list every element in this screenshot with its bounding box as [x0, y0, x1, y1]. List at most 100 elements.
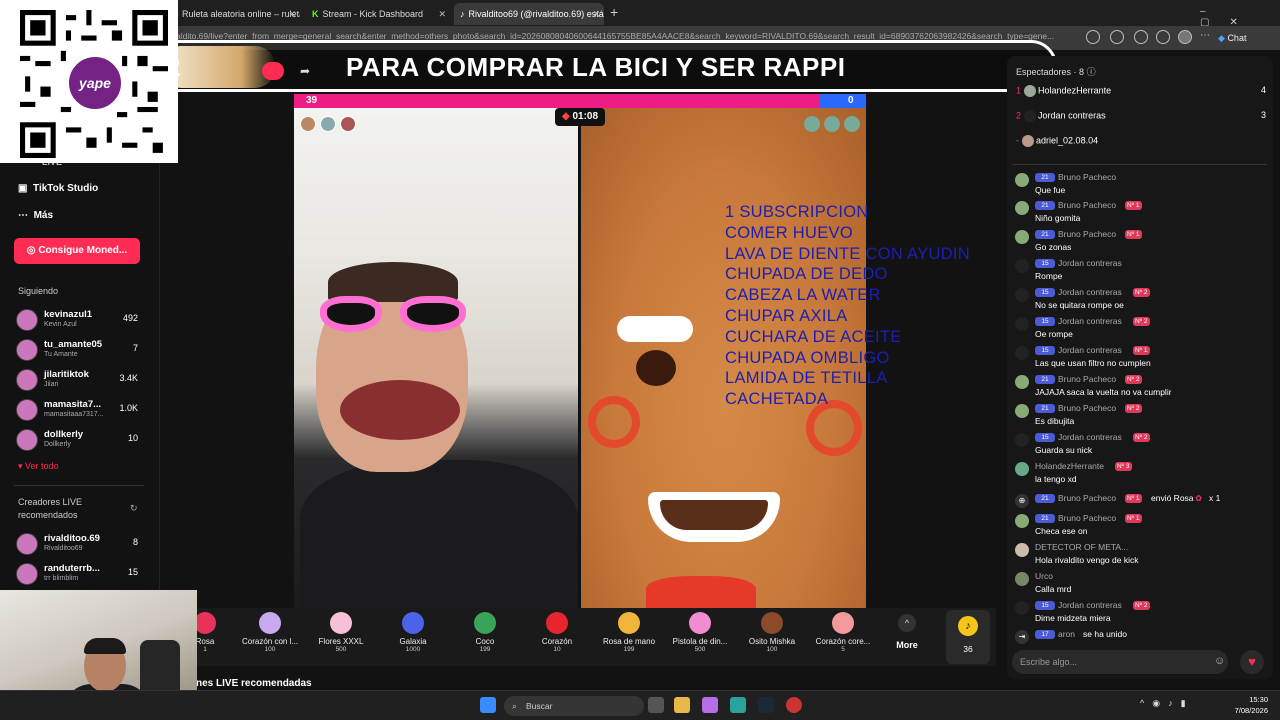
info-icon[interactable]: ⓘ	[1087, 67, 1096, 77]
bookmark-star-icon[interactable]	[1086, 30, 1100, 44]
supporter-avatar-empty[interactable]	[824, 116, 840, 132]
copilot-app-icon[interactable]	[702, 697, 718, 713]
gift-item[interactable]: Coco 199	[450, 612, 520, 653]
challenge-item: 1 SUBSCRIPCION	[725, 203, 869, 221]
following-item[interactable]: dollkerly Dollkerly 10	[16, 427, 156, 455]
edge-browser-icon[interactable]	[730, 697, 746, 713]
avatar	[16, 399, 38, 421]
chat-input[interactable]: Escribe algo...	[1012, 650, 1228, 674]
supporter-avatar[interactable]	[340, 116, 356, 132]
nav-more[interactable]: ⋯ Más	[18, 210, 53, 221]
menu-dots-icon[interactable]: ⋯	[1200, 30, 1214, 44]
supporter-avatar-empty[interactable]	[844, 116, 860, 132]
challenge-item: LAVA DE DIENTE CON AYUDIN	[725, 244, 970, 263]
tiktok-icon: ♪	[460, 9, 465, 19]
right-score: 0	[848, 95, 854, 106]
get-coins-button[interactable]: ◎ Consigue Moned...	[14, 238, 140, 264]
more-gifts-button[interactable]: ^ More	[892, 614, 922, 660]
gingerbread-cheek-left	[588, 396, 640, 448]
globe-icon: ⊕	[1015, 494, 1029, 508]
viewer-row[interactable]: 1 HolandezHerrante 4	[1016, 85, 1266, 101]
battle-icon: ◆	[561, 111, 570, 122]
tab-kick[interactable]: K Stream - Kick Dashboard ✕	[306, 3, 450, 25]
following-item[interactable]: kevinazul1 Kevin Azul 492	[16, 307, 156, 335]
windows-start-icon[interactable]	[480, 697, 496, 713]
supporter-avatar-empty[interactable]	[804, 116, 820, 132]
live-badge	[262, 62, 284, 80]
tab-ruleta[interactable]: Ruleta aleatoria online – ruleta de✕	[172, 3, 300, 25]
gift-item[interactable]: Flores XXXL 500	[306, 612, 376, 653]
chat-button[interactable]: ◆ Chat	[1218, 29, 1268, 47]
system-tray-icons[interactable]: ^◉♪▮	[1140, 698, 1194, 709]
following-item[interactable]: tu_amante05 Tu Amante 7	[16, 337, 156, 365]
file-explorer-icon[interactable]	[674, 697, 690, 713]
following-item[interactable]: mamasita7... mamasitaaa7317... 1.0K	[16, 397, 156, 425]
recommended-item[interactable]: rivalditoo.69 Rivalditoo69 8	[16, 531, 156, 559]
close-tab-icon[interactable]: ✕	[592, 3, 600, 25]
recommended-item[interactable]: randuterrb... trr blimblim 15	[16, 561, 156, 589]
heart-hands-icon	[832, 612, 854, 634]
viewer-row[interactable]: - adriel_02.08.04	[1016, 135, 1266, 151]
taskbar-clock[interactable]: 15:30 7/08/2026	[1224, 694, 1268, 716]
avatar	[1015, 404, 1029, 418]
challenge-item: LAMIDA DE TETILLA	[725, 369, 888, 388]
pink-glasses-right	[400, 296, 466, 332]
money-gun-icon	[689, 612, 711, 634]
avatar	[16, 369, 38, 391]
avatar	[1015, 259, 1029, 273]
favorites-icon[interactable]	[1156, 30, 1170, 44]
avatar	[1015, 173, 1029, 187]
gift-item[interactable]: Corazón con l... 100	[235, 612, 305, 653]
challenge-item: CABEZA LA WATER	[725, 286, 881, 305]
new-tab-icon[interactable]: +	[610, 4, 618, 20]
share-icon[interactable]: ➦	[300, 64, 310, 78]
avatar	[1015, 230, 1029, 244]
taskbar-search[interactable]: ⌕ Buscar	[504, 696, 644, 716]
avatar	[16, 429, 38, 451]
tiktok-coin-icon: ♪	[958, 616, 978, 636]
viewers-header: Espectadores · 8 ⓘ	[1016, 67, 1096, 77]
divider	[1012, 164, 1267, 165]
gift-item[interactable]: Pistola de din... 500	[665, 612, 735, 653]
supporter-avatar[interactable]	[300, 116, 316, 132]
streamer-shirt	[300, 460, 578, 608]
gift-item[interactable]: Rosa de mano 199	[594, 612, 664, 653]
chevron-up-icon: ^	[898, 614, 916, 632]
studio-icon: ▣	[18, 183, 28, 194]
rose-icon: ✿	[1195, 493, 1203, 503]
viewer-row[interactable]: 2 Jordan contreras 3	[1016, 110, 1266, 126]
steam-icon[interactable]	[758, 697, 774, 713]
profile-icon[interactable]	[1178, 30, 1192, 44]
obs-icon[interactable]	[786, 697, 802, 713]
avatar	[1023, 85, 1036, 97]
tab-tiktok[interactable]: ♪ Rivalditoo69 (@rivalditoo.69) está ✕	[454, 3, 604, 25]
coin-balance-button[interactable]: ♪ 36	[946, 610, 990, 664]
task-view-icon[interactable]	[648, 697, 664, 713]
gift-item[interactable]: Osito Mishka 100	[737, 612, 807, 653]
search-icon: ⌕	[512, 701, 517, 711]
more-dots-icon: ⋯	[18, 210, 28, 221]
challenge-list-overlay: 1 SUBSCRIPCION COMER HUEVO LAVA DE DIENT…	[725, 202, 1005, 410]
yape-logo: yape	[66, 54, 124, 112]
extension-icon[interactable]	[1110, 30, 1124, 44]
refresh-icon[interactable]: ↻	[130, 503, 138, 514]
emoji-icon[interactable]: ☺	[1214, 655, 1225, 667]
like-heart-button[interactable]: ♥	[1240, 650, 1264, 674]
gift-item[interactable]: Corazón core... 5	[808, 612, 878, 653]
nav-tiktok-studio[interactable]: ▣ TikTok Studio	[18, 183, 98, 194]
extensions-puzzle-icon[interactable]	[1134, 30, 1148, 44]
gift-item[interactable]: Galaxia 1000	[378, 612, 448, 653]
close-tab-icon[interactable]: ✕	[288, 3, 296, 25]
supporter-avatar[interactable]	[320, 116, 336, 132]
yape-qr-code: yape	[0, 0, 178, 163]
close-tab-icon[interactable]: ✕	[438, 3, 446, 25]
following-item[interactable]: jilaritiktok Jilari 3.4K	[16, 367, 156, 395]
avatar	[1015, 514, 1029, 528]
avatar	[1015, 572, 1029, 586]
gift-item[interactable]: Corazón 10	[522, 612, 592, 653]
battle-bar-right	[819, 94, 866, 108]
window-controls[interactable]: –▢✕	[1200, 6, 1280, 28]
see-all-link[interactable]: ▾ Ver todo	[18, 461, 59, 472]
left-score: 39	[306, 95, 318, 106]
challenge-item: CHUPADA DE DEDO	[725, 265, 888, 284]
